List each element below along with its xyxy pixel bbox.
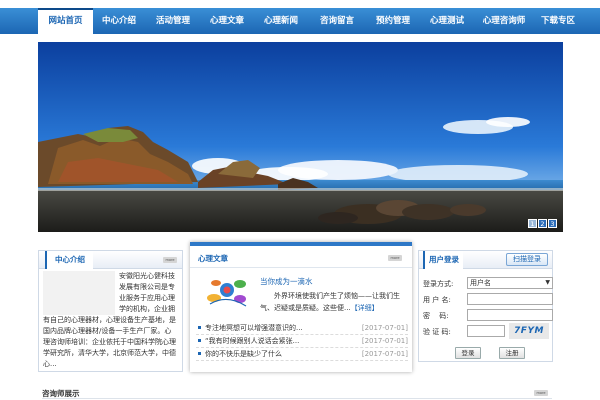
- login-button[interactable]: 登录: [455, 347, 481, 359]
- nav-item-tests[interactable]: 心理测试: [421, 8, 473, 34]
- bullet-icon: [198, 352, 201, 355]
- counselors-more-button[interactable]: more: [534, 390, 548, 396]
- nav-item-news[interactable]: 心理新闻: [253, 8, 309, 34]
- article-list: 专注地冥想可以增强潜意识的... [2017-07-01] “我有时候跟别人说话…: [196, 322, 408, 361]
- captcha-label: 验 证 码:: [423, 328, 451, 336]
- nav-item-center-intro[interactable]: 中心介绍: [93, 8, 145, 34]
- nav-item-home[interactable]: 网站首页: [38, 8, 93, 34]
- featured-article-desc-text: 外界环境使我们产生了烦恼——让我们生气、迟疑或是质疑。这些便...: [260, 292, 400, 312]
- login-method-value: 用户名: [470, 279, 491, 287]
- articles-more-button[interactable]: more: [388, 255, 402, 261]
- username-row: 用 户 名:: [423, 293, 553, 305]
- article-list-item[interactable]: 专注地冥想可以增强潜意识的... [2017-07-01]: [196, 322, 408, 335]
- center-intro-panel: 中心介绍 more 安徽阳光心健科技发展有限公司是专业服务于应用心理学的机构，企…: [38, 250, 183, 372]
- article-list-title[interactable]: “我有时候跟别人说话会紧张...: [205, 337, 299, 345]
- center-intro-header: 中心介绍 more: [39, 251, 182, 269]
- banner-page-3[interactable]: 3: [548, 219, 557, 228]
- captcha-image[interactable]: 7FYM: [509, 323, 549, 339]
- login-method-select[interactable]: 用户名 ▼: [467, 277, 553, 289]
- scan-login-button[interactable]: 扫描登录: [506, 253, 548, 266]
- center-intro-image: [43, 271, 115, 315]
- nav-item-downloads[interactable]: 下载专区: [535, 8, 581, 34]
- login-title: 用户登录: [423, 251, 463, 269]
- featured-article-title[interactable]: 当你成为一滴水: [260, 276, 313, 287]
- article-list-date: [2017-07-01]: [361, 337, 408, 345]
- password-label: 密 码:: [423, 312, 449, 320]
- article-list-title[interactable]: 专注地冥想可以增强潜意识的...: [205, 324, 303, 332]
- featured-article-detail-link[interactable]: 【详细】: [351, 304, 379, 312]
- center-intro-body: 安徽阳光心健科技发展有限公司是专业服务于应用心理学的机构，企业拥有自己的心理器材…: [39, 271, 182, 370]
- nav-item-counselors[interactable]: 心理咨询师: [473, 8, 535, 34]
- bullet-icon: [198, 326, 201, 329]
- nav-item-articles[interactable]: 心理文章: [201, 8, 253, 34]
- article-list-item[interactable]: “我有时候跟别人说话会紧张... [2017-07-01]: [196, 335, 408, 348]
- banner-page-1[interactable]: 1: [528, 219, 537, 228]
- login-method-row: 登录方式: 用户名 ▼: [423, 277, 553, 289]
- login-panel: 用户登录 扫描登录 登录方式: 用户名 ▼ 用 户 名: 密 码: 验 证 码: …: [418, 250, 553, 362]
- counselors-divider: [42, 398, 552, 399]
- articles-panel: 心理文章 more 当你成为一滴水 外界环境使我们产生了烦恼——让我们生气、迟疑…: [190, 242, 412, 372]
- articles-title[interactable]: 心理文章: [198, 253, 228, 264]
- center-intro-more-button[interactable]: more: [163, 257, 177, 263]
- password-input[interactable]: [467, 309, 553, 321]
- nav-item-activities[interactable]: 活动管理: [145, 8, 201, 34]
- coastal-landscape-image: [38, 42, 563, 232]
- username-label: 用 户 名:: [423, 296, 451, 304]
- main-nav: 网站首页 中心介绍 活动管理 心理文章 心理新闻 咨询留言 预约管理 心理测试 …: [0, 8, 600, 34]
- center-intro-title[interactable]: 中心介绍: [45, 251, 93, 269]
- nav-items: 网站首页 中心介绍 活动管理 心理文章 心理新闻 咨询留言 预约管理 心理测试 …: [38, 8, 581, 34]
- article-list-item[interactable]: 你的不快乐是缺少了什么 [2017-07-01]: [196, 348, 408, 361]
- featured-article-desc: 外界环境使我们产生了烦恼——让我们生气、迟疑或是质疑。这些便...【详细】: [260, 290, 408, 314]
- password-row: 密 码:: [423, 309, 553, 321]
- featured-article-image[interactable]: [202, 274, 252, 310]
- banner-pager: 1 2 3: [528, 219, 557, 228]
- article-list-date: [2017-07-01]: [361, 324, 408, 332]
- captcha-input[interactable]: [467, 325, 505, 337]
- nav-item-appointments[interactable]: 预约管理: [365, 8, 421, 34]
- articles-header: 心理文章 more: [190, 246, 412, 268]
- username-input[interactable]: [467, 293, 553, 305]
- article-list-date: [2017-07-01]: [361, 350, 408, 358]
- chevron-down-icon: ▼: [545, 279, 550, 286]
- login-header: 用户登录 扫描登录: [419, 251, 552, 269]
- captcha-row: 验 证 码: 7FYM: [423, 323, 549, 339]
- login-method-label: 登录方式:: [423, 280, 454, 288]
- bullet-icon: [198, 339, 201, 342]
- banner-page-2[interactable]: 2: [538, 219, 547, 228]
- register-button[interactable]: 注册: [499, 347, 525, 359]
- article-list-title[interactable]: 你的不快乐是缺少了什么: [205, 350, 282, 358]
- hero-banner[interactable]: 1 2 3: [38, 42, 563, 232]
- nav-item-messages[interactable]: 咨询留言: [309, 8, 365, 34]
